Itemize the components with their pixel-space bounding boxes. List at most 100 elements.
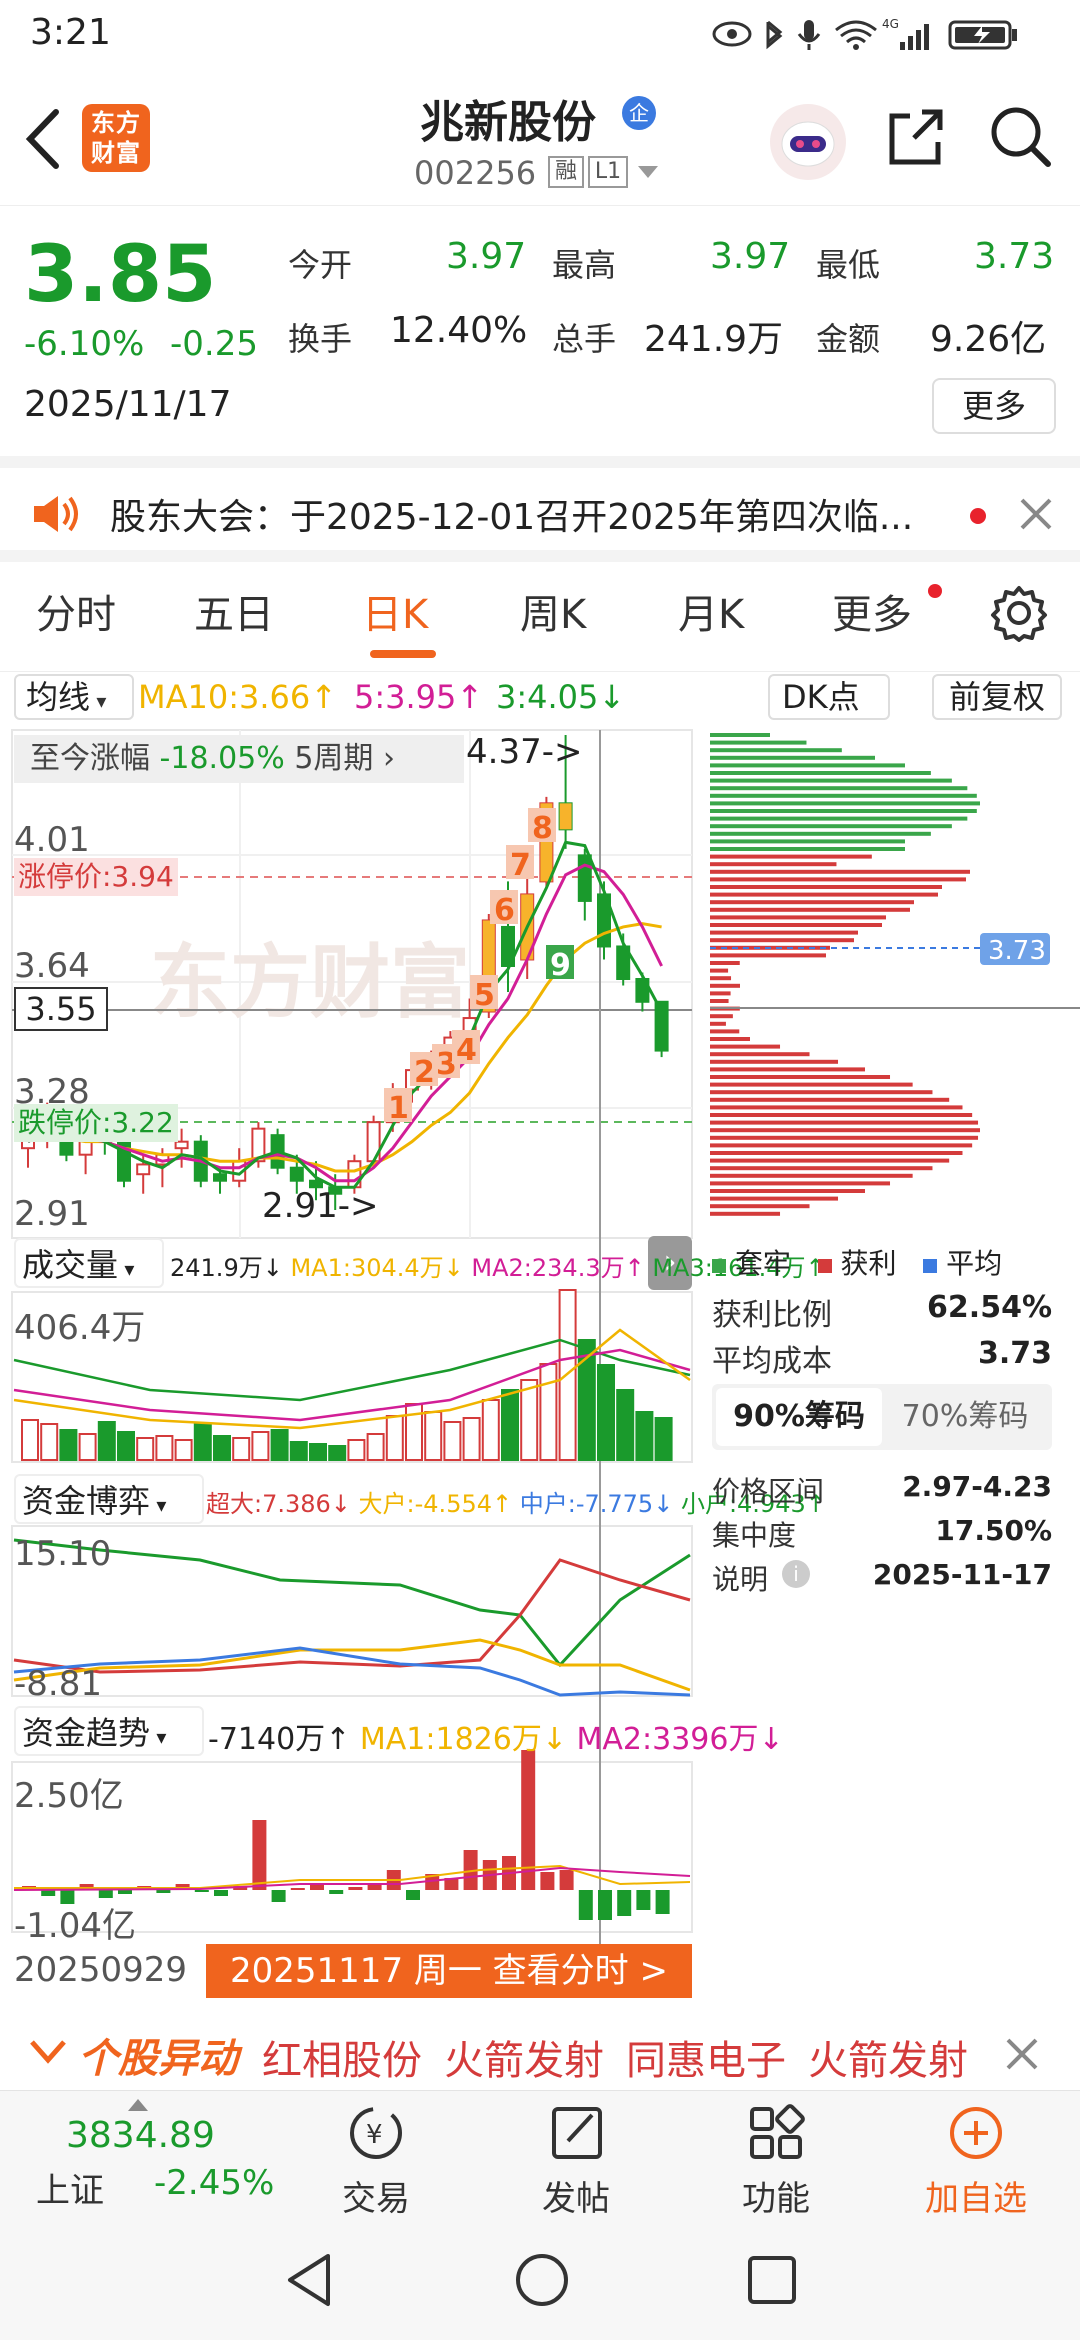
range-value: -18.05% bbox=[159, 741, 285, 776]
nav-add-watchlist[interactable]: 加自选 bbox=[896, 2103, 1056, 2220]
chip-bar bbox=[710, 1181, 891, 1186]
index-value: 3834.89 bbox=[66, 2115, 215, 2156]
candle-body bbox=[174, 1140, 189, 1150]
chip-bar bbox=[710, 1196, 839, 1201]
fund-trend-y-bottom: -1.04亿 bbox=[14, 1906, 136, 1946]
quote-date: 2025/11/17 bbox=[24, 384, 232, 425]
fund-trend-bar bbox=[214, 1890, 228, 1896]
open-value: 3.97 bbox=[446, 236, 527, 277]
unread-dot bbox=[970, 508, 986, 524]
nav-post[interactable]: 发帖 bbox=[496, 2103, 656, 2220]
chip-legend: 套牢 获利 平均 bbox=[712, 1242, 1002, 1282]
tab-weekly-k[interactable]: 周K bbox=[520, 582, 586, 640]
battery-icon bbox=[948, 20, 1017, 50]
notice-text: 股东大会：于2025-12-01召开2025年第四次临... bbox=[110, 497, 914, 538]
chip-bar bbox=[710, 771, 931, 775]
more-button[interactable]: 更多 bbox=[932, 378, 1056, 434]
nav-trade[interactable]: ¥ 交易 bbox=[296, 2103, 456, 2220]
volume-bar bbox=[654, 1417, 673, 1461]
volume-bar bbox=[635, 1411, 654, 1461]
notice-bar[interactable]: 股东大会：于2025-12-01召开2025年第四次临... bbox=[0, 456, 1080, 562]
tab-chip-70[interactable]: 70%筹码 bbox=[882, 1388, 1048, 1446]
amount-label: 金额 bbox=[816, 320, 881, 358]
chip-bar bbox=[710, 1211, 781, 1216]
volume-selector[interactable]: 成交量 ▾ bbox=[14, 1238, 164, 1288]
share-icon[interactable] bbox=[880, 102, 950, 172]
low-value: 3.73 bbox=[974, 236, 1055, 277]
last-price: 3.85 bbox=[24, 230, 217, 320]
robot-avatar-icon[interactable] bbox=[770, 104, 846, 180]
system-recents-icon[interactable] bbox=[744, 2252, 800, 2308]
dk-button[interactable]: DK点 bbox=[768, 674, 890, 720]
volume-bar bbox=[424, 1411, 443, 1461]
fund-small-line bbox=[13, 1538, 691, 1668]
caret-down-icon[interactable] bbox=[636, 164, 660, 180]
limit-down-label: 跌停价:3.22 bbox=[14, 1104, 178, 1142]
index-name: 上证 bbox=[36, 2171, 104, 2211]
chip-bar bbox=[710, 1173, 913, 1178]
volume-bar bbox=[501, 1389, 519, 1461]
concentration-value: 17.50% bbox=[935, 1514, 1052, 1547]
volume-bar bbox=[59, 1429, 78, 1461]
stock-name[interactable]: 兆新股份 bbox=[420, 86, 596, 150]
crosshair-price: 3.55 bbox=[14, 987, 108, 1031]
chip-bar bbox=[710, 1105, 963, 1110]
system-home-icon[interactable] bbox=[512, 2250, 572, 2310]
range-change-badge[interactable]: 至今涨幅 -18.05% 5周期 › bbox=[14, 735, 464, 783]
mic-icon bbox=[797, 20, 821, 50]
volume-bar bbox=[78, 1433, 97, 1461]
chip-bar bbox=[710, 1090, 933, 1095]
tab-daily-k[interactable]: 日K bbox=[362, 582, 428, 640]
chip-bar bbox=[710, 793, 977, 798]
view-intraday-button[interactable]: 20251117 周一 查看分时 > bbox=[206, 1944, 692, 1998]
chip-bar bbox=[710, 847, 905, 851]
period-tabs: 分时 五日 日K 周K 月K 更多 bbox=[0, 562, 1080, 672]
close-icon[interactable] bbox=[1016, 494, 1056, 534]
avg-cost-value: 3.73 bbox=[977, 1336, 1052, 1371]
ticker-item[interactable]: 火箭发射 bbox=[808, 2028, 968, 2086]
ticker-item[interactable]: 同惠电子 bbox=[626, 2028, 786, 2086]
ma-selector[interactable]: 均线 ▾ bbox=[14, 674, 134, 720]
chip-distribution[interactable]: 3.73 bbox=[700, 725, 1080, 1245]
chip-bar bbox=[710, 991, 731, 996]
start-date: 20250929 bbox=[14, 1950, 188, 1990]
chip-bar bbox=[710, 869, 970, 874]
nav-functions[interactable]: 功能 bbox=[696, 2103, 856, 2220]
tab-5day[interactable]: 五日 bbox=[194, 582, 274, 640]
candle-body bbox=[136, 1163, 151, 1176]
tab-chip-90[interactable]: 90%筹码 bbox=[716, 1388, 882, 1446]
turnover-label: 换手 bbox=[288, 320, 353, 358]
chip-bar bbox=[710, 1158, 950, 1163]
volume-bar bbox=[347, 1439, 366, 1461]
gear-icon[interactable] bbox=[990, 584, 1048, 642]
fund-trend-selector[interactable]: 资金趋势 ▾ bbox=[14, 1706, 204, 1756]
back-arrow-icon[interactable] bbox=[18, 104, 68, 174]
search-icon[interactable] bbox=[986, 102, 1056, 172]
system-back-icon[interactable] bbox=[282, 2250, 338, 2310]
movement-ticker[interactable]: 个股异动 红相股份 火箭发射 同惠电子 火箭发射 bbox=[0, 2014, 1080, 2090]
volume-bar bbox=[117, 1431, 135, 1461]
index-quote[interactable]: 3834.89 上证 -2.45% bbox=[30, 2099, 290, 2211]
chip-bar bbox=[710, 1044, 781, 1049]
fund-trend-bar bbox=[98, 1890, 113, 1898]
volume-bar bbox=[289, 1441, 308, 1461]
ticker-item[interactable]: 火箭发射 bbox=[444, 2028, 604, 2086]
chip-bar bbox=[710, 930, 858, 935]
amount-value: 9.26亿 bbox=[930, 319, 1047, 360]
tab-more[interactable]: 更多 bbox=[832, 582, 912, 640]
info-icon[interactable]: i bbox=[782, 1560, 810, 1588]
tab-intraday[interactable]: 分时 bbox=[36, 582, 116, 640]
chip-bar bbox=[710, 763, 905, 768]
dk-label: DK点 bbox=[782, 678, 860, 716]
range-period: 5周期 bbox=[294, 741, 374, 776]
change-pct: -6.10% bbox=[24, 324, 145, 364]
fund-game-selector[interactable]: 资金博弈 ▾ bbox=[14, 1474, 204, 1524]
close-icon[interactable] bbox=[1002, 2034, 1042, 2074]
svg-text:2: 2 bbox=[414, 1055, 435, 1090]
volume-bar bbox=[539, 1363, 558, 1461]
chip-bar bbox=[710, 892, 938, 897]
adjust-button[interactable]: 前复权 bbox=[932, 674, 1062, 720]
ticker-item[interactable]: 红相股份 bbox=[262, 2028, 422, 2086]
tab-monthly-k[interactable]: 月K bbox=[678, 582, 744, 640]
wifi-icon bbox=[835, 20, 877, 50]
